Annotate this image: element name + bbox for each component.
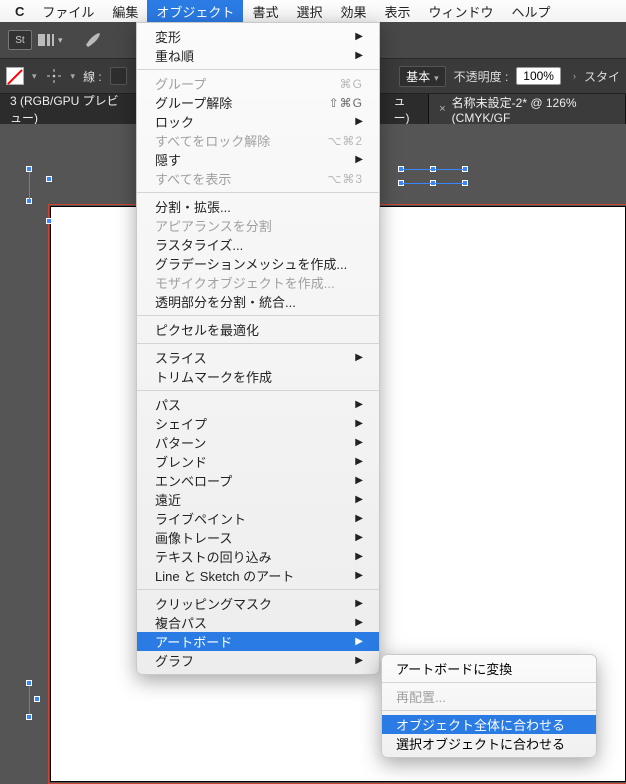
menu-オブジェクト[interactable]: オブジェクト	[147, 0, 243, 22]
menu-ヘルプ[interactable]: ヘルプ	[503, 0, 560, 22]
selection-handle[interactable]	[26, 714, 32, 720]
menu-separator	[382, 682, 596, 683]
opacity-label: 不透明度 :	[454, 68, 509, 85]
menu-item: アピアランスを分割	[137, 216, 379, 235]
tab-fragment-mid[interactable]: ュー)	[384, 94, 430, 124]
menu-書式[interactable]: 書式	[243, 0, 287, 22]
menu-item[interactable]: グループ解除⇧⌘G	[137, 93, 379, 112]
menu-item[interactable]: エンベロープ▶	[137, 471, 379, 490]
menu-item[interactable]: ラスタライズ...	[137, 235, 379, 254]
menu-ウィンドウ[interactable]: ウィンドウ	[420, 0, 503, 22]
menu-item[interactable]: パターン▶	[137, 433, 379, 452]
menu-separator	[137, 69, 379, 70]
selection-handle[interactable]	[34, 696, 40, 702]
menu-item[interactable]: スライス▶	[137, 348, 379, 367]
menu-効果[interactable]: 効果	[331, 0, 375, 22]
submenu-item[interactable]: オブジェクト全体に合わせる	[382, 715, 596, 734]
opacity-field[interactable]: 100%	[516, 67, 561, 85]
graphic-style-select[interactable]: 基本▾	[399, 66, 446, 87]
stroke-width-field[interactable]	[110, 67, 127, 85]
menu-選択[interactable]: 選択	[287, 0, 331, 22]
submenu-item[interactable]: 選択オブジェクトに合わせる	[382, 734, 596, 753]
fill-swatch[interactable]	[6, 67, 24, 85]
menu-item: すべてをロック解除⌥⌘2	[137, 131, 379, 150]
menu-item[interactable]: シェイプ▶	[137, 414, 379, 433]
menu-item[interactable]: トリムマークを作成	[137, 367, 379, 386]
menu-表示[interactable]: 表示	[375, 0, 419, 22]
style-truncated[interactable]: スタイ	[584, 68, 620, 85]
selection-edge	[29, 686, 30, 714]
menu-ファイル[interactable]: ファイル	[33, 0, 103, 22]
menu-item[interactable]: クリッピングマスク▶	[137, 594, 379, 613]
st-button[interactable]: St	[8, 30, 32, 50]
menu-item[interactable]: 重ね順▶	[137, 46, 379, 65]
artboard-submenu: アートボードに変換再配置... オブジェクト全体に合わせる選択オブジェクトに合わせ…	[381, 654, 597, 758]
selection-edge	[29, 172, 30, 200]
menu-item[interactable]: パス▶	[137, 395, 379, 414]
menu-separator	[382, 710, 596, 711]
menu-item[interactable]: 分割・拡張...	[137, 197, 379, 216]
menu-item[interactable]: 複合パス▶	[137, 613, 379, 632]
menu-item: グループ⌘G	[137, 74, 379, 93]
menu-separator	[137, 390, 379, 391]
menu-item[interactable]: 透明部分を分割・統合...	[137, 292, 379, 311]
close-icon[interactable]: ×	[439, 103, 445, 115]
stroke-label: 線 :	[83, 68, 102, 85]
menu-separator	[137, 343, 379, 344]
menu-item[interactable]: テキストの回り込み▶	[137, 547, 379, 566]
menu-item[interactable]: 変形▶	[137, 27, 379, 46]
tab-label: 名称未設定-2* @ 126% (CMYK/GF	[452, 94, 615, 125]
menu-item[interactable]: 遠近▶	[137, 490, 379, 509]
menu-item[interactable]: 画像トレース▶	[137, 528, 379, 547]
app-icon: C	[6, 0, 33, 22]
menu-item: モザイクオブジェクトを作成...	[137, 273, 379, 292]
menu-item: すべてを表示⌥⌘3	[137, 169, 379, 188]
menu-item[interactable]: ブレンド▶	[137, 452, 379, 471]
menu-item[interactable]: ライブペイント▶	[137, 509, 379, 528]
opacity-chevron-icon[interactable]: ›	[573, 71, 576, 81]
selection-edge	[401, 169, 463, 170]
menu-item[interactable]: グラフ▶	[137, 651, 379, 670]
menu-item[interactable]: ロック▶	[137, 112, 379, 131]
align-center-icon[interactable]	[45, 67, 63, 85]
mac-menubar: C ファイル編集オブジェクト書式選択効果表示ウィンドウヘルプ	[0, 0, 626, 22]
submenu-item: 再配置...	[382, 687, 596, 706]
selection-edge	[401, 183, 463, 184]
menu-separator	[137, 192, 379, 193]
selection-handle[interactable]	[46, 218, 52, 224]
menu-item[interactable]: Line と Sketch のアート▶	[137, 566, 379, 585]
selection-handle[interactable]	[46, 176, 52, 182]
menu-item[interactable]: アートボード▶	[137, 632, 379, 651]
menu-separator	[137, 589, 379, 590]
brush-icon[interactable]	[83, 30, 103, 50]
submenu-item[interactable]: アートボードに変換	[382, 659, 596, 678]
menu-item[interactable]: グラデーションメッシュを作成...	[137, 254, 379, 273]
menu-編集[interactable]: 編集	[103, 0, 147, 22]
menu-item[interactable]: 隠す▶	[137, 150, 379, 169]
panel-layout-button[interactable]: ▾	[36, 30, 63, 50]
tab-fragment-left[interactable]: 3 (RGB/GPU プレビュー)	[0, 94, 142, 124]
menu-item[interactable]: ピクセルを最適化	[137, 320, 379, 339]
menu-separator	[137, 315, 379, 316]
tab-untitled-2[interactable]: × 名称未設定-2* @ 126% (CMYK/GF	[429, 94, 626, 124]
object-menu: 変形▶重ね順▶ グループ⌘Gグループ解除⇧⌘Gロック▶すべてをロック解除⌥⌘2隠す…	[136, 22, 380, 675]
